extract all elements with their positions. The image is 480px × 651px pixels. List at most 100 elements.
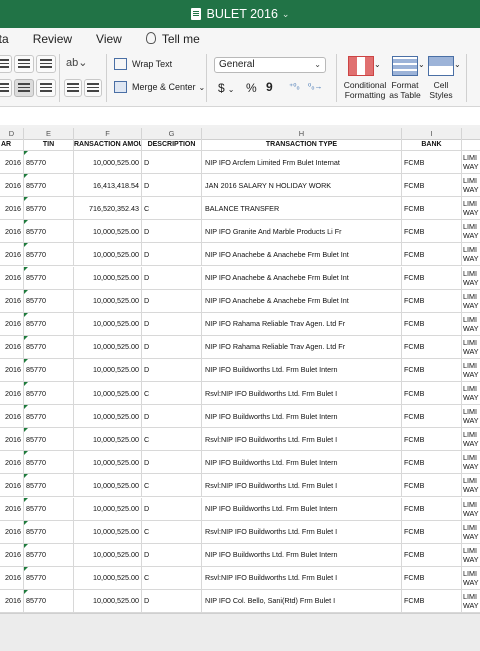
extra-cell[interactable]: LIMI WAY [462, 544, 480, 566]
bank-cell[interactable]: FCMB [402, 566, 462, 589]
description-cell[interactable]: D [142, 358, 202, 381]
year-cell[interactable]: 2016 [0, 335, 24, 358]
currency-button[interactable]: $ ⌄ [218, 81, 234, 95]
format-as-table-button[interactable]: Format as Table [387, 80, 423, 100]
bank-cell[interactable]: FCMB [402, 289, 462, 312]
amount-cell[interactable]: 10,000,525.00 [74, 266, 142, 289]
tab-review[interactable]: Review [33, 32, 72, 46]
bank-cell[interactable]: FCMB [402, 197, 462, 220]
column-header-g[interactable]: G [142, 128, 202, 139]
extra-cell[interactable]: LIMI WAY [462, 590, 480, 612]
tin-cell[interactable]: 85770 [24, 589, 74, 612]
bank-cell[interactable]: FCMB [402, 335, 462, 358]
year-cell[interactable]: 2016 [0, 474, 24, 497]
amount-cell[interactable]: 10,000,525.00 [74, 428, 142, 451]
chevron-down-icon[interactable]: ⌄ [418, 60, 425, 69]
bank-cell[interactable]: FCMB [402, 312, 462, 335]
tin-cell[interactable]: 85770 [24, 405, 74, 428]
description-cell[interactable]: D [142, 451, 202, 474]
description-cell[interactable]: D [142, 312, 202, 335]
text-orientation-icon[interactable]: ab⌄ [66, 56, 87, 69]
amount-cell[interactable]: 10,000,525.00 [74, 543, 142, 566]
bank-cell[interactable]: FCMB [402, 428, 462, 451]
transaction-type-cell[interactable]: Rsvl:NIP IFO Buildworths Ltd. Frm Bulet … [202, 520, 402, 543]
tin-cell[interactable]: 85770 [24, 266, 74, 289]
bank-cell[interactable]: FCMB [402, 543, 462, 566]
conditional-formatting-button[interactable]: Conditional Formatting [340, 80, 390, 100]
description-cell[interactable]: D [142, 497, 202, 520]
transaction-type-cell[interactable]: Rsvl:NIP IFO Buildworths Ltd. Frm Bulet … [202, 428, 402, 451]
bank-cell[interactable]: FCMB [402, 497, 462, 520]
description-cell[interactable]: C [142, 197, 202, 220]
bank-cell[interactable]: FCMB [402, 151, 462, 174]
tin-cell[interactable]: 85770 [24, 382, 74, 405]
extra-cell[interactable]: LIMI WAY [462, 405, 480, 427]
year-cell[interactable]: 2016 [0, 358, 24, 381]
description-cell[interactable]: D [142, 220, 202, 243]
description-cell[interactable]: D [142, 543, 202, 566]
amount-cell[interactable]: 10,000,525.00 [74, 474, 142, 497]
tin-cell[interactable]: 85770 [24, 451, 74, 474]
year-cell[interactable]: 2016 [0, 382, 24, 405]
transaction-type-cell[interactable]: Rsvl:NIP IFO Buildworths Ltd. Frm Bulet … [202, 382, 402, 405]
tin-cell[interactable]: 85770 [24, 312, 74, 335]
extra-cell[interactable]: LIMI WAY [462, 290, 480, 312]
cell-styles-icon[interactable] [428, 56, 454, 76]
amount-cell[interactable]: 10,000,525.00 [74, 405, 142, 428]
header-cell-description[interactable]: DESCRIPTION [142, 139, 202, 150]
align-middle-button[interactable] [14, 55, 34, 73]
bank-cell[interactable]: FCMB [402, 405, 462, 428]
year-cell[interactable]: 2016 [0, 266, 24, 289]
amount-cell[interactable]: 10,000,525.00 [74, 566, 142, 589]
format-as-table-icon[interactable] [392, 56, 418, 76]
column-header-j[interactable] [462, 128, 480, 139]
transaction-type-cell[interactable]: NIP IFO Rahama Reliable Trav Agen. Ltd F… [202, 335, 402, 358]
tin-cell[interactable]: 85770 [24, 520, 74, 543]
year-cell[interactable]: 2016 [0, 566, 24, 589]
extra-cell[interactable]: LIMI WAY [462, 174, 480, 196]
amount-cell[interactable]: 10,000,525.00 [74, 151, 142, 174]
formula-bar[interactable] [0, 107, 480, 126]
amount-cell[interactable]: 10,000,525.00 [74, 335, 142, 358]
column-header-e[interactable]: E [24, 128, 74, 139]
wrap-text-button[interactable]: Wrap Text [114, 58, 172, 70]
amount-cell[interactable]: 10,000,525.00 [74, 451, 142, 474]
tin-cell[interactable]: 85770 [24, 428, 74, 451]
year-cell[interactable]: 2016 [0, 197, 24, 220]
tin-cell[interactable]: 85770 [24, 151, 74, 174]
bank-cell[interactable]: FCMB [402, 174, 462, 197]
transaction-type-cell[interactable]: BALANCE TRANSFER [202, 197, 402, 220]
extra-cell[interactable]: LIMI WAY [462, 220, 480, 242]
extra-cell[interactable]: LIMI WAY [462, 336, 480, 358]
extra-cell[interactable]: LIMI WAY [462, 243, 480, 265]
extra-cell[interactable]: LIMI WAY [462, 359, 480, 381]
transaction-type-cell[interactable]: NIP IFO Buildworths Ltd. Frm Bulet Inter… [202, 497, 402, 520]
transaction-type-cell[interactable]: NIP IFO Anachebe & Anachebe Frm Bulet In… [202, 243, 402, 266]
bank-cell[interactable]: FCMB [402, 358, 462, 381]
transaction-type-cell[interactable]: NIP IFO Arcfem Limited Frm Bulet Interna… [202, 151, 402, 174]
year-cell[interactable]: 2016 [0, 520, 24, 543]
tell-me-search[interactable]: Tell me [145, 32, 200, 46]
tin-cell[interactable]: 85770 [24, 566, 74, 589]
year-cell[interactable]: 2016 [0, 312, 24, 335]
extra-cell[interactable]: LIMI WAY [462, 521, 480, 543]
extra-cell[interactable]: LIMI WAY [462, 151, 480, 173]
amount-cell[interactable]: 10,000,525.00 [74, 220, 142, 243]
year-cell[interactable]: 2016 [0, 289, 24, 312]
bank-cell[interactable]: FCMB [402, 589, 462, 612]
extra-cell[interactable]: LIMI WAY [462, 567, 480, 589]
transaction-type-cell[interactable]: NIP IFO Anachebe & Anachebe Frm Bulet In… [202, 266, 402, 289]
amount-cell[interactable]: 10,000,525.00 [74, 589, 142, 612]
tin-cell[interactable]: 85770 [24, 335, 74, 358]
tab-data[interactable]: ata [0, 32, 9, 46]
transaction-type-cell[interactable]: Rsvl:NIP IFO Buildworths Ltd. Frm Bulet … [202, 474, 402, 497]
tab-view[interactable]: View [96, 32, 122, 46]
description-cell[interactable]: D [142, 405, 202, 428]
year-cell[interactable]: 2016 [0, 589, 24, 612]
transaction-type-cell[interactable]: NIP IFO Buildworths Ltd. Frm Bulet Inter… [202, 543, 402, 566]
year-cell[interactable]: 2016 [0, 497, 24, 520]
tin-cell[interactable]: 85770 [24, 358, 74, 381]
year-cell[interactable]: 2016 [0, 428, 24, 451]
column-header-h[interactable]: H [202, 128, 402, 139]
increase-decimal-button[interactable]: ⁺⁰₀ [289, 82, 300, 91]
